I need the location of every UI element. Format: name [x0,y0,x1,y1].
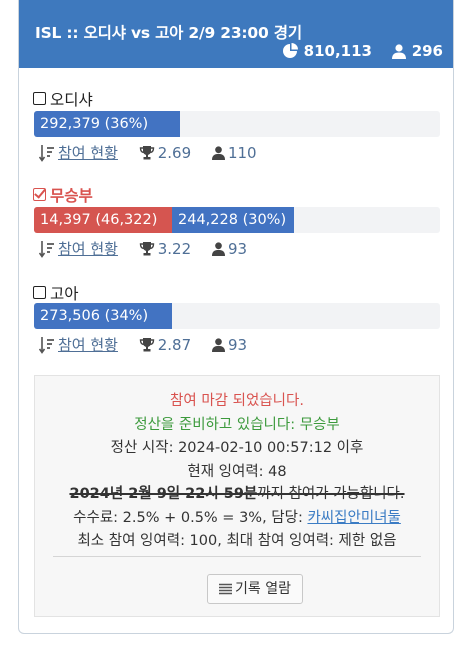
card-header: ISL :: 오디샤 vs 고아 2/9 23:00 경기 810,113 29… [19,0,453,68]
status-panel: 참여 마감 되었습니다. 정산을 준비하고 있습니다: 무승부 정산 시작: 2… [34,375,440,617]
fee-info: 수수료: 2.5% + 0.5% = 3%, 담당: 카씨집안미녀둘 [35,506,439,527]
option-draw-bar: 14,397 (46,322) 244,228 (30%) [34,207,440,233]
people-count: 110 [227,143,257,162]
limits-info: 최소 참여 잉여력: 100, 최대 참여 잉여력: 제한 없음 [77,533,397,549]
participant-count: 296 [411,41,443,60]
odds: 3.22 [157,239,192,258]
bar-fill: 244,228 (30%) [172,207,294,233]
bar-fill-red: 14,397 (46,322) [34,207,172,233]
header-stats: 810,113 296 [282,41,443,60]
option-goa-meta: 참여 현황 2.87 93 [38,334,248,355]
option-draw-meta: 참여 현황 3.22 93 [38,238,248,259]
manager-link[interactable]: 카씨집안미녀둘 [307,510,400,526]
view-records-label: 기록 열람 [235,581,291,597]
checkbox-icon[interactable] [33,286,46,299]
user-icon [211,336,225,354]
sort-icon [38,335,55,354]
divider [53,556,421,557]
odds: 2.69 [157,143,192,162]
trophy-icon [139,144,155,162]
participation-link[interactable]: 참여 현황 [58,334,118,355]
user-icon [392,42,407,60]
current-surplus: 현재 잉여력: 48 [187,464,287,480]
deadline-date: 2024년 2월 9일 22시 59분 [69,486,258,502]
list-icon [219,581,235,597]
total-points: 810,113 [303,41,372,60]
checked-checkbox-icon[interactable] [33,188,46,201]
option-odisha[interactable]: 오디샤 [33,88,93,110]
option-name: 무승부 [50,187,93,205]
settling-message: 정산을 준비하고 있습니다: 무승부 [134,417,340,433]
option-name: 오디샤 [50,91,93,109]
participation-link[interactable]: 참여 현황 [58,238,118,259]
closed-message: 참여 마감 되었습니다. [170,393,304,409]
deadline-notice: 2024년 2월 9일 22시 59분까지 참여가 가능합니다. [35,482,439,503]
sort-icon [38,239,55,258]
people-count: 93 [227,335,248,354]
odds: 2.87 [157,335,192,354]
trophy-icon [139,336,155,354]
user-icon [211,144,225,162]
deadline-suffix: 까지 참여가 가능합니다. [257,486,405,502]
option-goa-bar: 273,506 (34%) [34,303,440,329]
option-name: 고아 [50,285,79,303]
view-records-button[interactable]: 기록 열람 [207,574,303,604]
trophy-icon [139,240,155,258]
participation-link[interactable]: 참여 현황 [58,142,118,163]
sort-icon [38,143,55,162]
pie-chart-icon [282,42,299,60]
match-title: ISL :: 오디샤 vs 고아 2/9 23:00 경기 [35,24,302,42]
settle-start: 정산 시작: 2024-02-10 00:57:12 이후 [110,440,364,456]
bar-fill: 273,506 (34%) [34,303,172,329]
checkbox-icon[interactable] [33,92,46,105]
people-count: 93 [227,239,248,258]
option-draw[interactable]: 무승부 [33,184,93,206]
option-odisha-meta: 참여 현황 2.69 110 [38,142,257,163]
fee-text: 수수료: 2.5% + 0.5% = 3%, 담당: [73,510,308,526]
option-goa[interactable]: 고아 [33,282,79,304]
option-odisha-bar: 292,379 (36%) [34,111,440,137]
bar-fill: 292,379 (36%) [34,111,180,137]
user-icon [211,240,225,258]
bet-card: ISL :: 오디샤 vs 고아 2/9 23:00 경기 810,113 29… [18,0,454,634]
